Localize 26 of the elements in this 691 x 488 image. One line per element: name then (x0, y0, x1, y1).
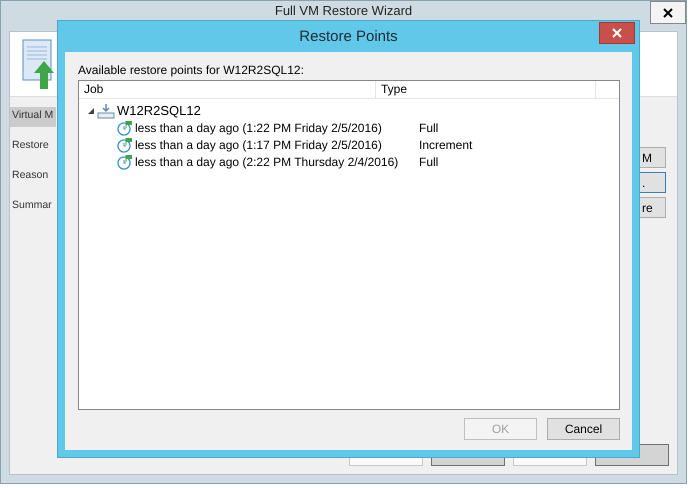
close-icon (663, 8, 673, 18)
close-icon (612, 28, 622, 38)
step-item[interactable]: Restore (10, 137, 56, 157)
restore-point-type: Full (418, 120, 438, 134)
column-header[interactable]: Job (79, 81, 376, 98)
clock-flag-icon (117, 136, 133, 152)
restore-point-name[interactable]: less than a day ago (2:22 PM Thursday 2/4/2016) (135, 154, 398, 168)
step-item[interactable]: Reason (10, 167, 56, 187)
step-item[interactable]: Summar (10, 197, 56, 217)
clock-flag-icon (117, 120, 133, 136)
restore-point-name[interactable]: less than a day ago (1:17 PM Friday 2/5/2016) (135, 138, 382, 152)
vm-name[interactable]: W12R2SQL12 (117, 103, 201, 118)
column-header[interactable]: Type (376, 81, 596, 98)
step-item[interactable]: Virtual M (10, 107, 56, 127)
close-button[interactable] (650, 1, 686, 24)
restore-point-type: Increment (418, 138, 472, 152)
restore-point-type: Full (418, 154, 438, 168)
window-title: Full VM Restore Wizard (274, 3, 412, 18)
restore-point-name[interactable]: less than a day ago (1:22 PM Friday 2/5/2016) (135, 120, 382, 134)
dialog-title: Restore Points (299, 28, 398, 45)
expander-icon[interactable] (87, 106, 95, 114)
close-button[interactable] (599, 22, 635, 44)
list-label: Available restore points for W12R2SQL12: (78, 63, 305, 77)
clock-flag-icon (117, 154, 133, 170)
dialog-button[interactable]: Cancel (547, 418, 620, 440)
server-icon (97, 102, 115, 118)
